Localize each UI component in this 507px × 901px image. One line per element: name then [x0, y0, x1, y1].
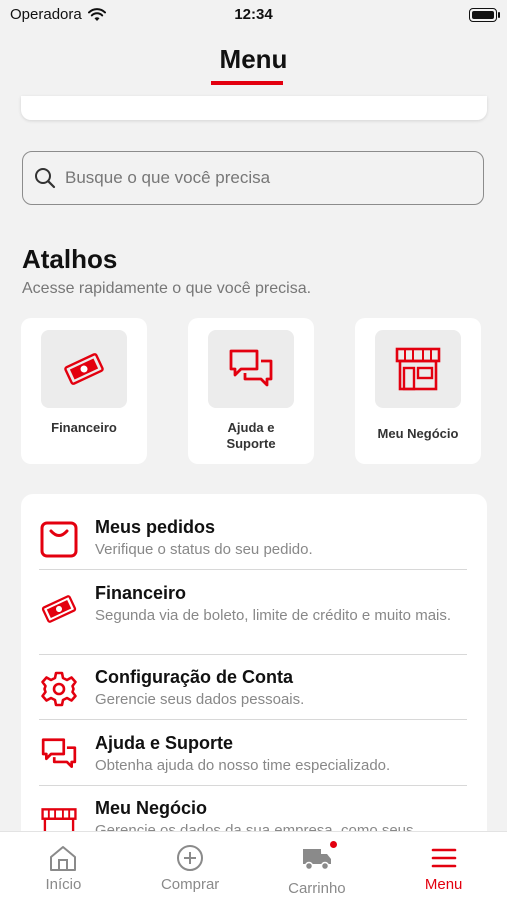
shortcuts-subtitle: Acesse rapidamente o que você precisa. [22, 280, 312, 297]
shortcuts-title: Atalhos [22, 244, 118, 274]
menu-item-financeiro[interactable]: Financeiro Segunda via de boleto, limite… [39, 582, 467, 628]
search-input[interactable] [63, 167, 483, 189]
tab-label: Comprar [160, 876, 220, 893]
money-icon [41, 595, 77, 623]
divider [39, 785, 467, 786]
tab-label: Carrinho [288, 880, 346, 897]
status-time: 12:34 [234, 6, 273, 23]
menu-item-ajuda-suporte[interactable]: Ajuda e Suporte Obtenha ajuda do nosso t… [39, 732, 467, 775]
shortcut-meu-negocio[interactable]: Meu Negócio [355, 318, 481, 464]
search-icon [35, 168, 56, 189]
menu-item-description: Verifique o status do seu pedido. [95, 541, 313, 558]
store-icon [395, 347, 441, 391]
menu-item-title: Financeiro [95, 583, 187, 603]
menu-item-title: Ajuda e Suporte [95, 733, 234, 753]
shortcut-icon-box [375, 330, 461, 408]
tab-label: Início [45, 876, 82, 893]
money-icon [64, 353, 104, 385]
truck-icon [302, 849, 331, 871]
menu-item-meus-pedidos[interactable]: Meus pedidos Verifique o status do seu p… [39, 516, 467, 559]
menu-list: Meus pedidos Verifique o status do seu p… [21, 494, 487, 854]
menu-item-description: Obtenha ajuda do nosso time especializad… [95, 757, 391, 774]
divider [39, 569, 467, 570]
battery-icon [469, 8, 500, 22]
shortcut-ajuda-suporte[interactable]: Ajuda e Suporte [188, 318, 314, 464]
menu-item-configuracao-conta[interactable]: Configuração de Conta Gerencie seus dado… [39, 666, 467, 709]
shortcut-label: Meu Negócio [377, 426, 459, 441]
cart-icon-wrap [301, 841, 337, 876]
shortcut-icon-box [208, 330, 294, 408]
page-title: Menu [219, 44, 288, 74]
menu-item-title: Meus pedidos [95, 517, 216, 537]
gear-icon [41, 671, 77, 707]
tab-label: Menu [424, 876, 463, 893]
plus-circle-icon [177, 845, 204, 871]
hamburger-icon [431, 848, 456, 868]
menu-item-description: Segunda via de boleto, limite de crédito… [95, 607, 452, 624]
title-underline [211, 81, 283, 85]
divider [39, 654, 467, 655]
menu-item-title: Configuração de Conta [95, 667, 294, 687]
chat-icon [41, 738, 77, 769]
tab-menu[interactable]: Menu [380, 832, 507, 901]
menu-item-description: Gerencie seus dados pessoais. [95, 691, 305, 708]
menu-item-title: Meu Negócio [95, 798, 208, 818]
tab-inicio[interactable]: Início [0, 832, 127, 901]
tab-comprar[interactable]: Comprar [127, 832, 254, 901]
tab-bar: Início Comprar Carrinho Menu [0, 831, 507, 901]
tab-carrinho[interactable]: Carrinho [254, 832, 381, 901]
shortcut-icon-box [41, 330, 127, 408]
bag-icon [40, 521, 78, 558]
shortcut-label: Financeiro [51, 420, 117, 435]
search-box[interactable] [22, 151, 484, 205]
status-bar: Operadora 12:34 [0, 0, 507, 30]
home-icon [50, 846, 77, 871]
divider [39, 719, 467, 720]
cart-badge [329, 841, 337, 848]
chat-icon [229, 349, 273, 387]
shortcut-financeiro[interactable]: Financeiro [21, 318, 147, 464]
scrolled-card [21, 96, 487, 120]
shortcut-label: Ajuda e Suporte [226, 420, 276, 451]
